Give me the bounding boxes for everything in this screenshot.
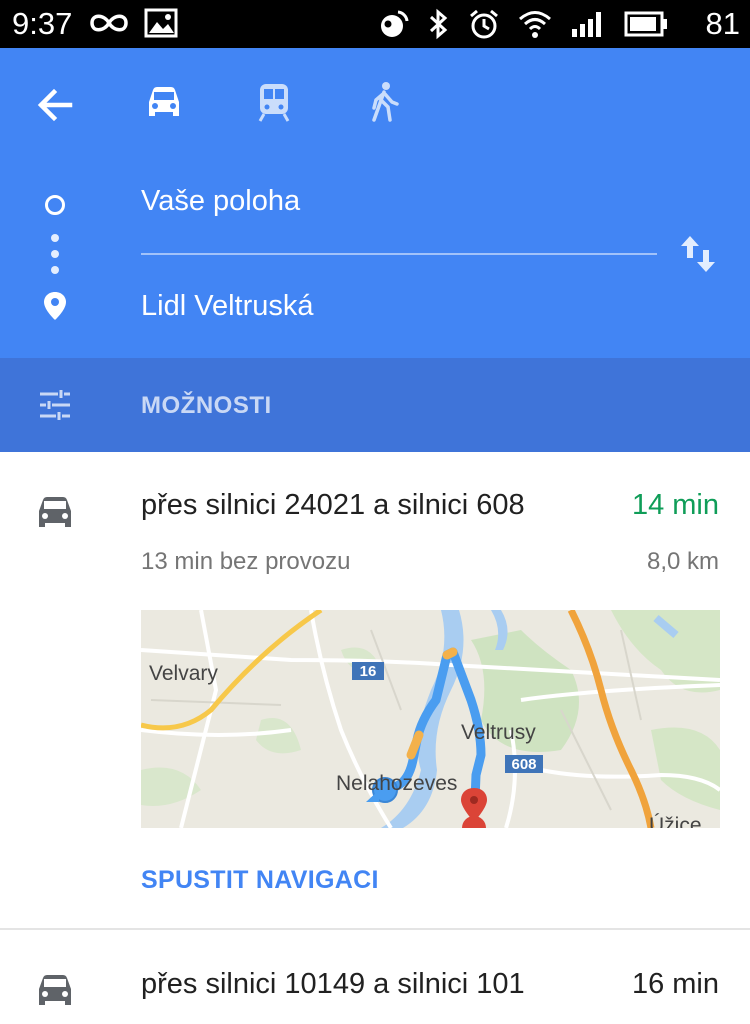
route-duration: 14 min	[631, 489, 719, 521]
route-title: přes silnici 10149 a silnici 101	[141, 968, 525, 1000]
destination-field[interactable]: Lidl Veltruská	[141, 290, 314, 323]
destination-pin-icon	[44, 292, 66, 320]
walk-icon[interactable]	[362, 80, 406, 124]
directions-header: Vaše poloha Lidl Veltruská	[0, 48, 750, 358]
tune-icon	[40, 390, 70, 420]
car-icon	[39, 497, 71, 527]
back-arrow-icon[interactable]	[34, 84, 76, 126]
route-distance: 8,0 km	[646, 548, 719, 575]
image-icon	[144, 8, 178, 38]
battery-icon	[624, 11, 667, 37]
wifi-icon	[519, 11, 551, 38]
route-title: přes silnici 24021 a silnici 608	[141, 489, 525, 521]
options-bar[interactable]: MOŽNOSTI	[0, 358, 750, 452]
map-label-velvary: Velvary	[149, 662, 218, 685]
route-card[interactable]: přes silnici 10149 a silnici 101 16 min	[0, 932, 750, 1024]
car-icon	[39, 975, 71, 1005]
train-icon[interactable]	[252, 80, 296, 124]
route-card[interactable]: přes silnici 24021 a silnici 608 14 min …	[0, 452, 750, 930]
status-time: 9:37	[12, 6, 73, 41]
map-label-veltrusy: Veltrusy	[461, 721, 536, 744]
bluetooth-icon	[429, 8, 448, 40]
location-icon	[381, 10, 409, 37]
route-duration: 16 min	[631, 968, 719, 1000]
route-dots	[50, 234, 60, 282]
status-bar: 9:37 81	[0, 0, 750, 48]
origin-marker-icon	[45, 195, 65, 215]
map-label-uzice: Úžice	[649, 814, 702, 828]
battery-level: 81	[705, 6, 740, 41]
swap-icon[interactable]	[676, 232, 720, 276]
field-divider	[141, 253, 657, 255]
map-label-nelahozeves: Nelahozeves	[336, 772, 457, 795]
car-icon[interactable]	[142, 80, 186, 124]
infinity-icon	[90, 14, 128, 32]
signal-icon	[572, 12, 601, 37]
options-label: MOŽNOSTI	[141, 392, 272, 419]
start-navigation-button[interactable]: SPUSTIT NAVIGACI	[141, 866, 379, 895]
origin-field[interactable]: Vaše poloha	[141, 185, 300, 218]
route-map-preview[interactable]: 16 608 Velvary Veltrusy Nelahozeves Úžic…	[141, 610, 720, 828]
alarm-icon	[470, 9, 498, 39]
map-road-608: 608	[511, 756, 536, 773]
route-no-traffic-time: 13 min bez provozu	[141, 548, 351, 575]
map-road-16: 16	[360, 663, 377, 680]
